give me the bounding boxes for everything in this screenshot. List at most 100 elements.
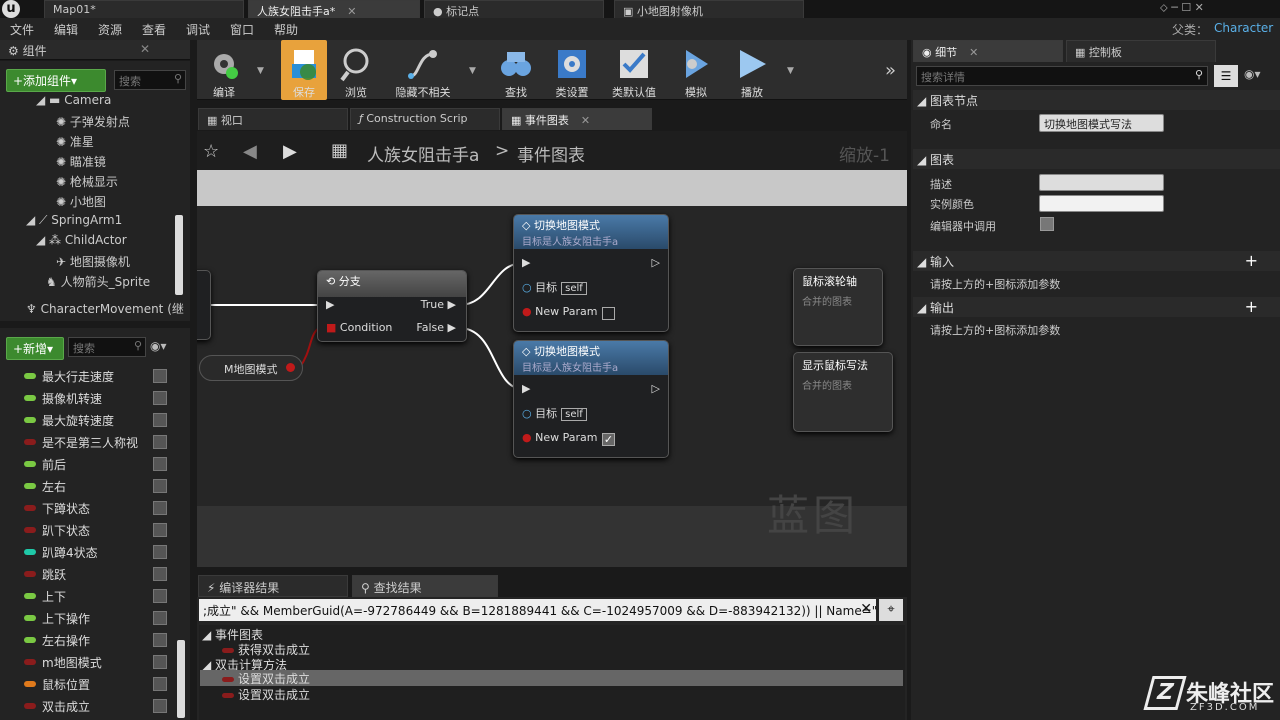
condition-pin[interactable]: ■ Condition	[326, 321, 392, 334]
visibility-toggle[interactable]	[153, 655, 167, 669]
class-settings-button[interactable]: 类设置	[547, 40, 597, 100]
branch-node[interactable]: ⟲ 分支 ▶ True ▶ ■ Condition False ▶	[317, 270, 467, 342]
result-item[interactable]: 设置双击成立	[222, 686, 310, 703]
graph-canvas[interactable]: 蓝图 M地图模式 ⟲ 分支 ▶ True ▶ ■ Condition False…	[197, 170, 907, 567]
tree-item[interactable]: ✺ 枪械显示	[56, 173, 118, 190]
target-pin[interactable]: ○ 目标 self	[522, 279, 587, 295]
close-icon[interactable]: ✕	[969, 46, 978, 59]
find-search-input[interactable]: ;成立" && MemberGuid(A=-972786449 && B=128…	[199, 599, 876, 621]
visibility-toggle[interactable]	[153, 545, 167, 559]
new-param-pin[interactable]: ● New Param	[522, 305, 597, 318]
visibility-toggle[interactable]	[153, 501, 167, 515]
breadcrumb-blueprint[interactable]: 人族女阻击手a	[367, 141, 479, 166]
tab-palette[interactable]: ▦ 控制板	[1066, 40, 1216, 62]
visibility-toggle[interactable]	[153, 633, 167, 647]
visibility-toggle[interactable]	[153, 457, 167, 471]
tree-item-childactor[interactable]: ◢ ⁂ ChildActor	[36, 233, 127, 247]
getter-node-map-mode[interactable]: M地图模式	[199, 355, 303, 381]
scrollbar[interactable]	[175, 215, 183, 295]
simulate-button[interactable]: 模拟	[671, 40, 721, 100]
variable-item[interactable]: 鼠标位置	[22, 674, 172, 696]
eye-icon[interactable]: ◉▾	[150, 339, 167, 353]
close-icon[interactable]: ✕	[347, 5, 356, 18]
section-graph-node[interactable]: ◢ 图表节点	[913, 90, 1280, 110]
variable-item[interactable]: 左右操作	[22, 630, 172, 652]
call-node-switch-map-mode[interactable]: ◇ 切换地图模式 目标是人族女阻击手a ▶ ▷ ○ 目标 self ● New P…	[513, 340, 669, 458]
variable-item[interactable]: 最大行走速度	[22, 366, 172, 388]
section-inputs[interactable]: ◢ 输入 +	[913, 251, 1280, 271]
tab-find-results[interactable]: ⚲ 查找结果	[352, 575, 498, 597]
variable-item[interactable]: 是不是第三人称视	[22, 432, 172, 454]
menu-edit[interactable]: 编辑	[54, 21, 78, 38]
compile-button[interactable]: 编译	[199, 40, 249, 100]
result-item-selected[interactable]: 设置双击成立	[200, 670, 903, 686]
tree-item[interactable]: ♞ 人物箭头_Sprite	[46, 273, 150, 290]
variable-item[interactable]: 摄像机转速	[22, 388, 172, 410]
name-field[interactable]: 切换地图模式写法	[1039, 114, 1164, 132]
false-pin[interactable]: False ▶	[416, 321, 456, 334]
star-icon[interactable]: ☆	[203, 141, 219, 162]
back-arrow-icon[interactable]: ◀	[243, 141, 257, 162]
tab-details[interactable]: ◉ 细节 ✕	[913, 40, 1063, 62]
find-button[interactable]: 查找	[491, 40, 541, 100]
new-param-pin[interactable]: ● New Param	[522, 431, 597, 444]
menu-window[interactable]: 窗口	[230, 21, 254, 38]
tree-item-springarm[interactable]: ◢ ⟋ SpringArm1	[26, 213, 122, 228]
add-component-button[interactable]: +添加组件▾	[6, 69, 106, 92]
variable-item[interactable]: 上下操作	[22, 608, 172, 630]
call-in-editor-checkbox[interactable]	[1040, 217, 1054, 231]
section-outputs[interactable]: ◢ 输出 +	[913, 297, 1280, 317]
tab-event-graph[interactable]: ▦ 事件图表 ✕	[502, 108, 652, 130]
hide-unrelated-button[interactable]: 隐藏不相关	[387, 40, 459, 100]
chevron-down-icon[interactable]: ▼	[787, 66, 794, 76]
variable-item[interactable]: m地图模式	[22, 652, 172, 674]
details-search-input[interactable]: 搜索详情 ⚲	[916, 66, 1208, 86]
exec-out-pin-icon[interactable]: ▷	[652, 256, 660, 269]
visibility-toggle[interactable]	[153, 567, 167, 581]
menu-help[interactable]: 帮助	[274, 21, 298, 38]
menu-view[interactable]: 查看	[142, 21, 166, 38]
tree-item-charactermovement[interactable]: ♆ CharacterMovement (继	[26, 300, 184, 317]
tree-item[interactable]: ✺ 准星	[56, 133, 94, 150]
menu-asset[interactable]: 资源	[98, 21, 122, 38]
visibility-toggle[interactable]	[153, 523, 167, 537]
visibility-toggle[interactable]	[153, 611, 167, 625]
visibility-toggle[interactable]	[153, 369, 167, 383]
variable-item[interactable]: 上下	[22, 586, 172, 608]
exec-in-pin-icon[interactable]: ▶	[522, 382, 530, 395]
variable-item[interactable]: 趴下状态	[22, 520, 172, 542]
myblueprint-search-input[interactable]: 搜索 ⚲	[68, 337, 146, 357]
tree-item[interactable]: ✺ 子弹发射点	[56, 113, 130, 130]
tab-viewport[interactable]: ▦ 视口	[198, 108, 348, 130]
exec-pin-icon[interactable]: ▶	[326, 298, 334, 311]
target-pin[interactable]: ○ 目标 self	[522, 405, 587, 421]
close-icon[interactable]: ✕	[140, 42, 150, 56]
add-input-icon[interactable]: +	[1245, 251, 1258, 270]
chevron-down-icon[interactable]: ▼	[469, 66, 476, 76]
tab-marker[interactable]: ● 标记点	[424, 0, 604, 18]
tab-minimap-camera[interactable]: ▣ 小地图射像机	[614, 0, 804, 18]
pin-icon[interactable]	[286, 363, 295, 372]
exec-out-pin-icon[interactable]: ▷	[652, 382, 660, 395]
visibility-toggle[interactable]	[153, 677, 167, 691]
variable-item[interactable]: 左右	[22, 476, 172, 498]
forward-arrow-icon[interactable]: ▶	[283, 141, 297, 162]
tab-map01[interactable]: Map01*	[44, 0, 244, 18]
variable-item[interactable]: 跳跃	[22, 564, 172, 586]
visibility-toggle[interactable]	[153, 589, 167, 603]
close-icon[interactable]: ✕	[581, 114, 590, 127]
browse-button[interactable]: 浏览	[331, 40, 381, 100]
variable-item[interactable]: 双击成立	[22, 696, 172, 718]
tree-item[interactable]: ✺ 小地图	[56, 193, 106, 210]
tree-item-camera[interactable]: ◢ ▬ Camera	[36, 93, 111, 107]
collapsed-graph-node[interactable]: 鼠标滚轮轴 合并的图表	[793, 268, 883, 346]
list-view-icon[interactable]: ☰	[1214, 65, 1238, 87]
play-button[interactable]: 播放	[727, 40, 777, 100]
checkmark-icon[interactable]: ✓	[602, 433, 615, 446]
tab-construction-script[interactable]: ƒ Construction Scrip	[350, 108, 500, 130]
visibility-toggle[interactable]	[153, 435, 167, 449]
parent-class-link[interactable]: Character	[1214, 21, 1273, 35]
section-graph[interactable]: ◢ 图表	[913, 149, 1280, 169]
menu-debug[interactable]: 调试	[186, 21, 210, 38]
tab-blueprint[interactable]: 人族女阻击手a* ✕	[248, 0, 420, 18]
